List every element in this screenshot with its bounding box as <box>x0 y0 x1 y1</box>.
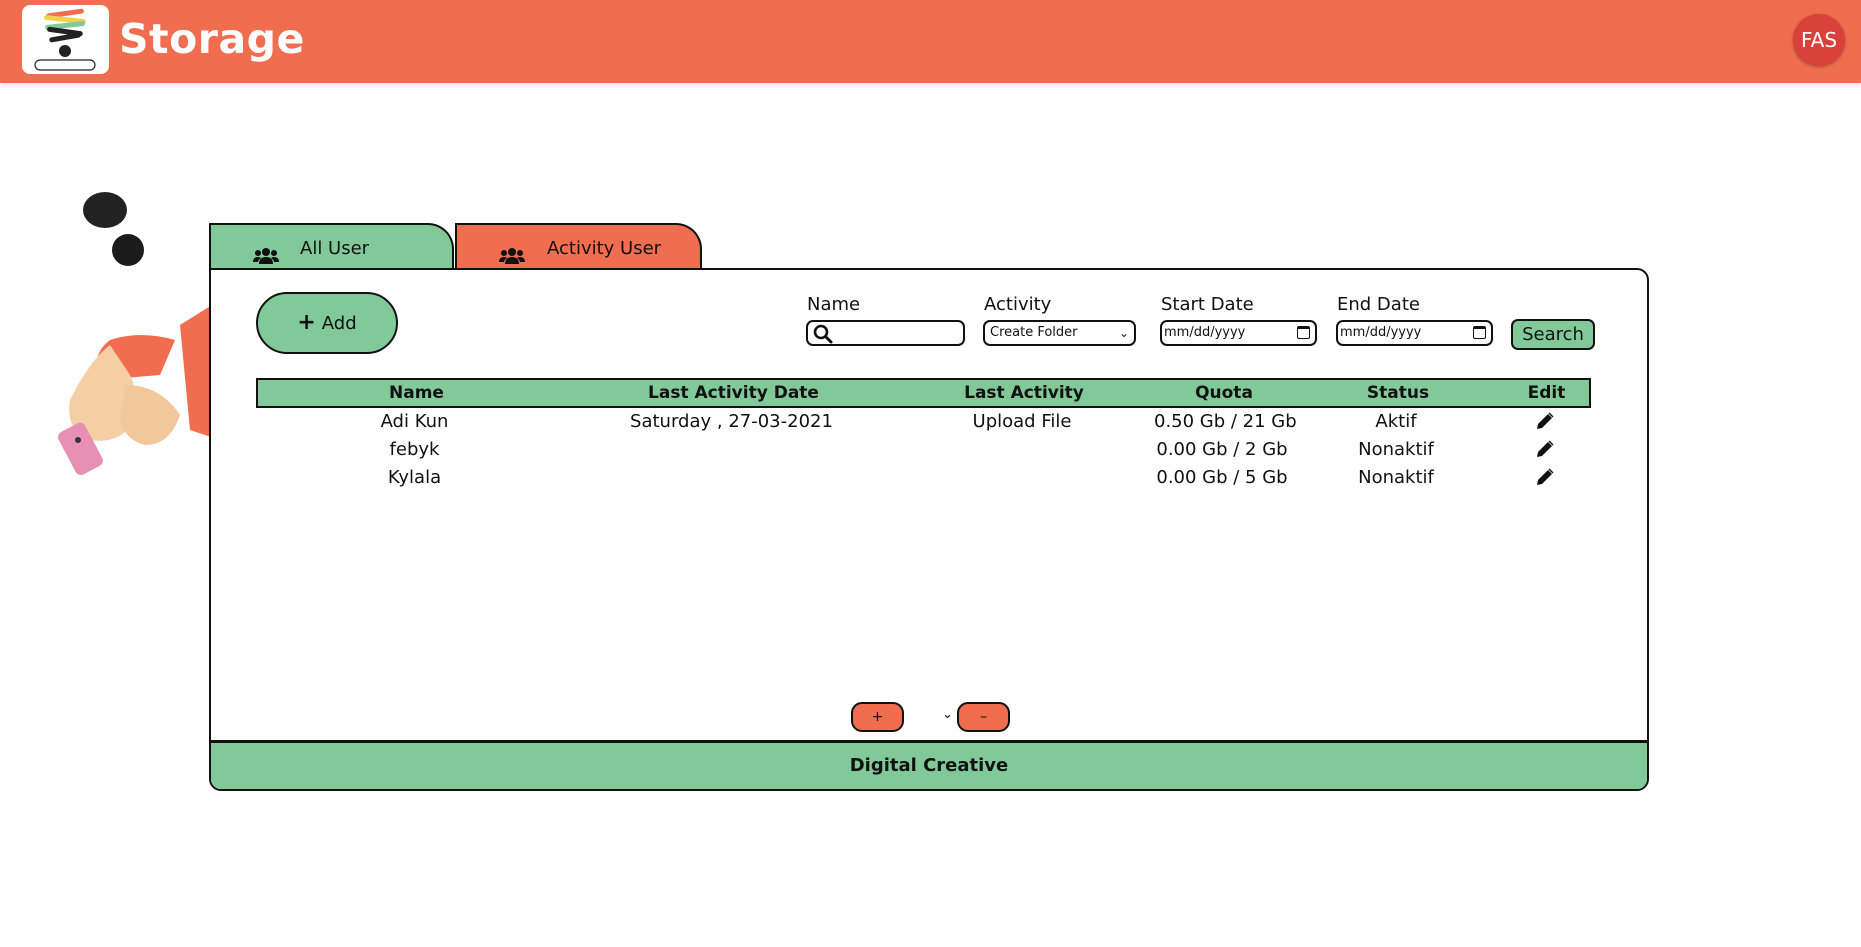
column-header-name: Name <box>389 383 444 403</box>
tab-all-user[interactable]: All User <box>209 223 454 269</box>
panel-footer: Digital Creative <box>211 740 1647 789</box>
cell-last-activity <box>890 464 1154 492</box>
chevron-down-icon: ⌄ <box>1118 326 1129 340</box>
end-date-label: End Date <box>1337 294 1420 315</box>
edit-button[interactable] <box>1502 464 1587 492</box>
name-filter-label: Name <box>807 294 861 315</box>
cell-quota: 0.50 Gb / 21 Gb <box>1154 411 1297 432</box>
calendar-icon[interactable] <box>1473 326 1486 339</box>
cell-last-activity-date <box>573 464 890 492</box>
activity-select-value: Create Folder <box>990 325 1078 340</box>
column-header-last-activity: Last Activity <box>964 383 1084 403</box>
table-row: Adi Kun Saturday , 27-03-2021 Upload Fil… <box>256 408 1591 436</box>
plus-icon: + <box>297 310 316 335</box>
name-search-input[interactable] <box>806 320 965 346</box>
page-decrease-button[interactable]: – <box>957 702 1010 732</box>
column-header-edit: Edit <box>1527 383 1566 403</box>
activity-panel: + Add Name Activity Create Folder ⌄ Start… <box>209 268 1649 791</box>
search-icon <box>813 324 833 348</box>
pencil-icon <box>1536 440 1553 457</box>
column-header-quota: Quota <box>1195 383 1253 403</box>
app-title: Storage <box>119 15 305 63</box>
add-button[interactable]: + Add <box>256 292 398 354</box>
page-size-select[interactable]: ⌄ <box>907 704 957 730</box>
cell-status: Nonaktif <box>1358 439 1434 460</box>
pencil-icon <box>1536 412 1553 429</box>
cell-status: Nonaktif <box>1358 467 1434 488</box>
page-increase-button[interactable]: + <box>851 702 904 732</box>
calendar-icon[interactable] <box>1297 326 1310 339</box>
cell-last-activity <box>890 436 1154 464</box>
pencil-icon <box>1536 468 1553 485</box>
chevron-down-icon: ⌄ <box>942 707 953 722</box>
user-avatar[interactable]: FAS <box>1793 14 1845 66</box>
table-row: febyk 0.00 Gb / 2 Gb Nonaktif <box>256 436 1591 464</box>
start-date-placeholder: mm/dd/yyyy <box>1164 325 1246 340</box>
edit-button[interactable] <box>1502 408 1587 436</box>
table-header: Name Last Activity Date Last Activity Qu… <box>256 378 1591 408</box>
tab-label: Activity User <box>547 238 662 259</box>
cell-last-activity-date <box>573 436 890 464</box>
activity-select[interactable]: Create Folder ⌄ <box>983 320 1136 346</box>
cell-last-activity-date: Saturday , 27-03-2021 <box>630 411 833 432</box>
start-date-label: Start Date <box>1161 294 1254 315</box>
activity-filter-label: Activity <box>984 294 1052 315</box>
table-row: Kylala 0.00 Gb / 5 Gb Nonaktif <box>256 464 1591 492</box>
tab-activity-user[interactable]: Activity User <box>455 223 702 269</box>
brand-logo[interactable] <box>22 5 109 74</box>
search-button[interactable]: Search <box>1511 319 1595 350</box>
cell-last-activity: Upload File <box>972 411 1072 432</box>
top-bar: Storage FAS <box>0 0 1861 83</box>
cell-name: Adi Kun <box>380 411 449 432</box>
cell-quota: 0.00 Gb / 2 Gb <box>1156 439 1288 460</box>
add-button-label: Add <box>321 313 357 334</box>
hero-illustration <box>50 190 230 510</box>
cell-name: febyk <box>389 439 440 460</box>
cell-status: Aktif <box>1375 411 1417 432</box>
start-date-input[interactable]: mm/dd/yyyy <box>1160 320 1317 346</box>
tab-label: All User <box>300 238 370 259</box>
activity-table: Name Last Activity Date Last Activity Qu… <box>256 378 1591 492</box>
column-header-last-activity-date: Last Activity Date <box>648 383 819 403</box>
cell-name: Kylala <box>387 467 442 488</box>
end-date-placeholder: mm/dd/yyyy <box>1340 325 1422 340</box>
end-date-input[interactable]: mm/dd/yyyy <box>1336 320 1493 346</box>
column-header-status: Status <box>1366 383 1430 403</box>
edit-button[interactable] <box>1502 436 1587 464</box>
cell-quota: 0.00 Gb / 5 Gb <box>1156 467 1288 488</box>
